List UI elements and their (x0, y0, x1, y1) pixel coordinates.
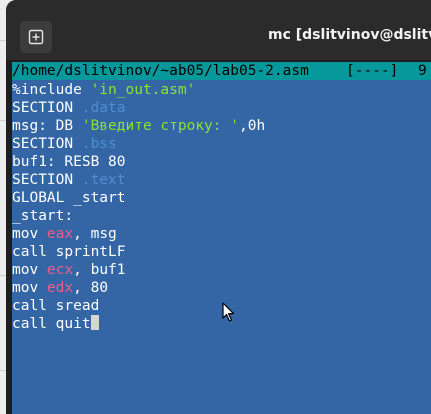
code-line[interactable]: call sprintLF (12, 243, 431, 261)
code-line[interactable]: %include 'in_out.asm' (12, 81, 431, 99)
code-section-name: .bss (81, 136, 117, 152)
code-line[interactable]: mov edx, 80 (12, 279, 431, 297)
code-text: _start: (12, 208, 74, 224)
terminal-area[interactable]: /home/dslitvinov/~ab05/lab05-2.asm [----… (6, 60, 431, 414)
code-line[interactable]: mov eax, msg (12, 225, 431, 243)
code-text: call sread (12, 298, 100, 314)
code-section-name: .text (81, 172, 126, 188)
code-register: edx (46, 280, 74, 296)
code-register: eax (46, 226, 74, 242)
code-text: call sprintLF (12, 244, 126, 260)
code-text: GLOBAL _start (12, 190, 126, 206)
code-line[interactable]: msg: DB 'Введите строку: ',0h (12, 117, 431, 135)
code-body[interactable]: %include 'in_out.asm' SECTION .data msg:… (12, 81, 431, 333)
text-cursor (90, 315, 99, 330)
code-keyword: SECTION (12, 136, 82, 152)
code-line[interactable]: SECTION .data (12, 99, 431, 117)
code-string: 'Введите строку: ' (81, 118, 239, 134)
code-keyword: SECTION (12, 100, 82, 116)
code-keyword: mov (12, 262, 47, 278)
column-indicator: 9 (418, 63, 427, 79)
code-keyword: %include (12, 82, 91, 98)
editor-status-bar: /home/dslitvinov/~ab05/lab05-2.asm [----… (12, 62, 431, 80)
code-text: ,0h (238, 118, 266, 134)
code-keyword: mov (12, 280, 47, 296)
mouse-pointer-icon (222, 302, 235, 322)
code-text: call quit (12, 316, 91, 332)
code-text: buf1: RESB 80 (12, 154, 126, 170)
code-keyword: SECTION (12, 172, 82, 188)
code-line[interactable]: mov ecx, buf1 (12, 261, 431, 279)
code-keyword: msg: DB (12, 118, 82, 134)
mc-editor[interactable]: /home/dslitvinov/~ab05/lab05-2.asm [----… (12, 62, 431, 414)
code-text: , 80 (73, 280, 109, 296)
code-line[interactable]: SECTION .bss (12, 135, 431, 153)
code-text: , buf1 (73, 262, 126, 278)
terminal-titlebar[interactable]: mc [dslitvinov@dslitvin (6, 0, 431, 60)
code-line[interactable]: SECTION .text (12, 171, 431, 189)
new-tab-button[interactable] (20, 21, 52, 53)
edit-flags: [----] (346, 63, 399, 79)
code-keyword: mov (12, 226, 47, 242)
code-text: , msg (73, 226, 117, 242)
new-tab-icon (28, 29, 44, 45)
code-line[interactable]: GLOBAL _start (12, 189, 431, 207)
code-line[interactable]: buf1: RESB 80 (12, 153, 431, 171)
code-register: ecx (46, 262, 74, 278)
code-section-name: .data (81, 100, 126, 116)
code-line[interactable]: _start: (12, 207, 431, 225)
code-string: 'in_out.asm' (90, 82, 196, 98)
file-path: /home/dslitvinov/~ab05/lab05-2.asm (12, 63, 309, 79)
window-title: mc [dslitvinov@dslitvin (268, 27, 431, 43)
